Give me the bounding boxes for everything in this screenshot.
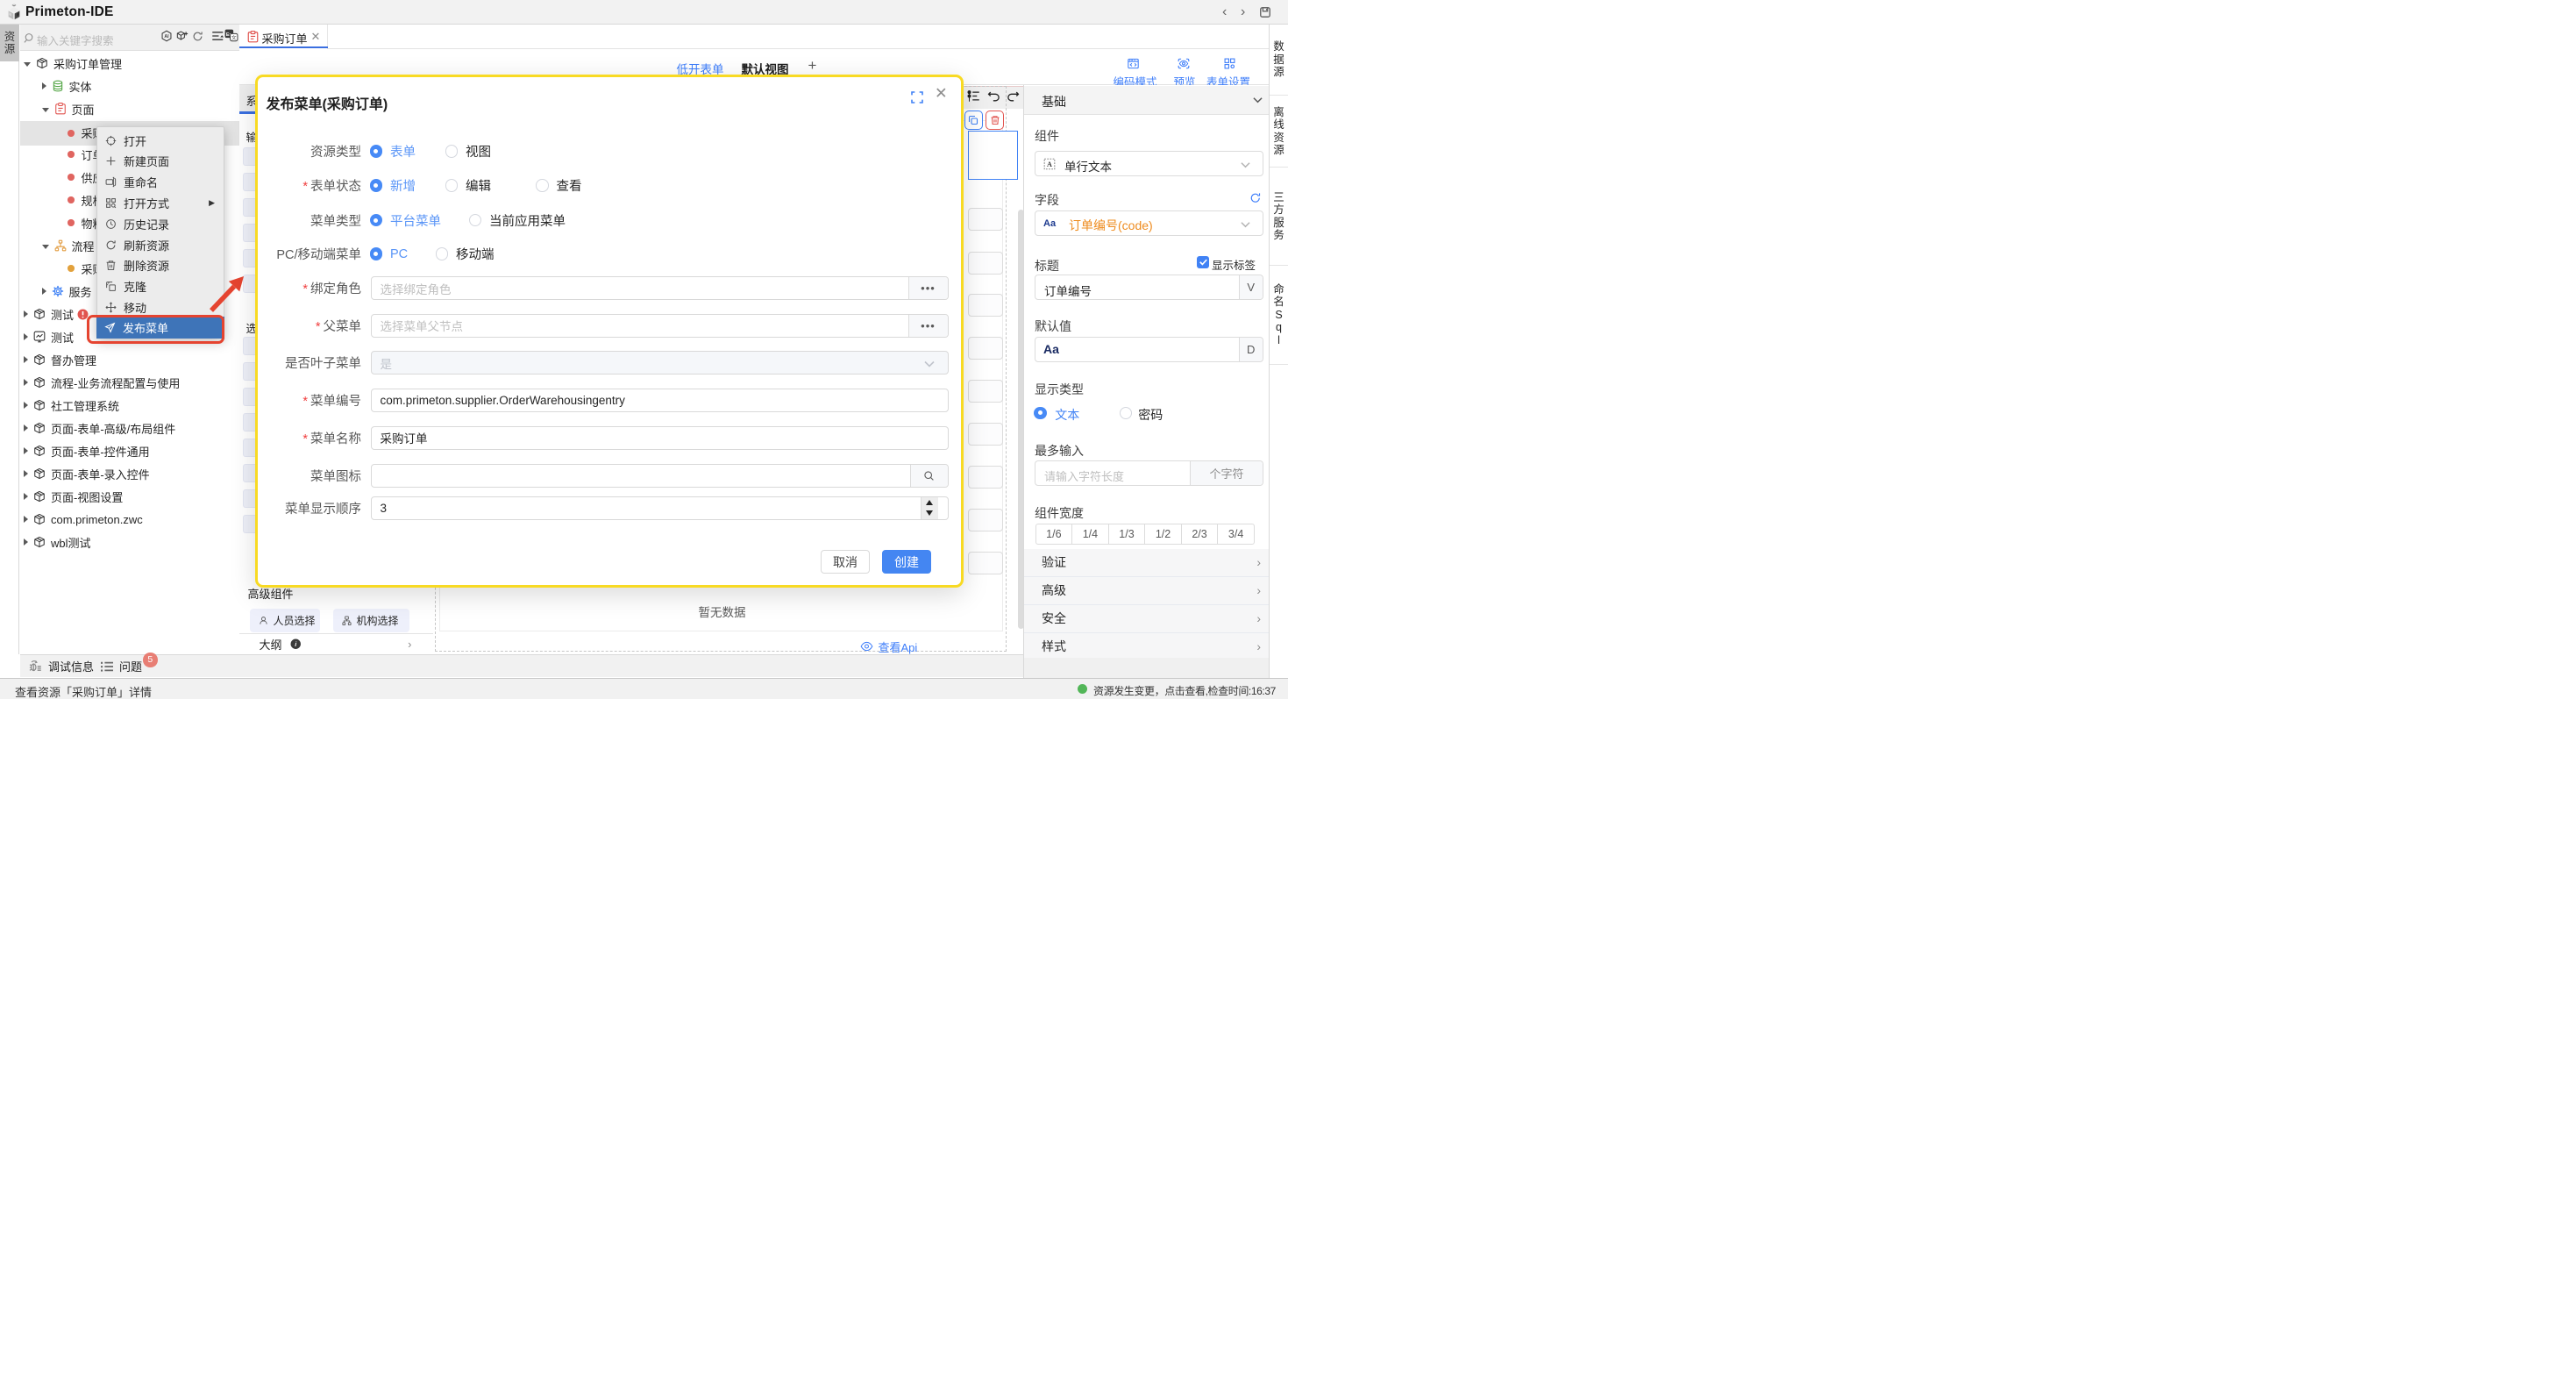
svg-text:A: A xyxy=(1047,160,1052,168)
svg-text:AI: AI xyxy=(164,34,169,39)
